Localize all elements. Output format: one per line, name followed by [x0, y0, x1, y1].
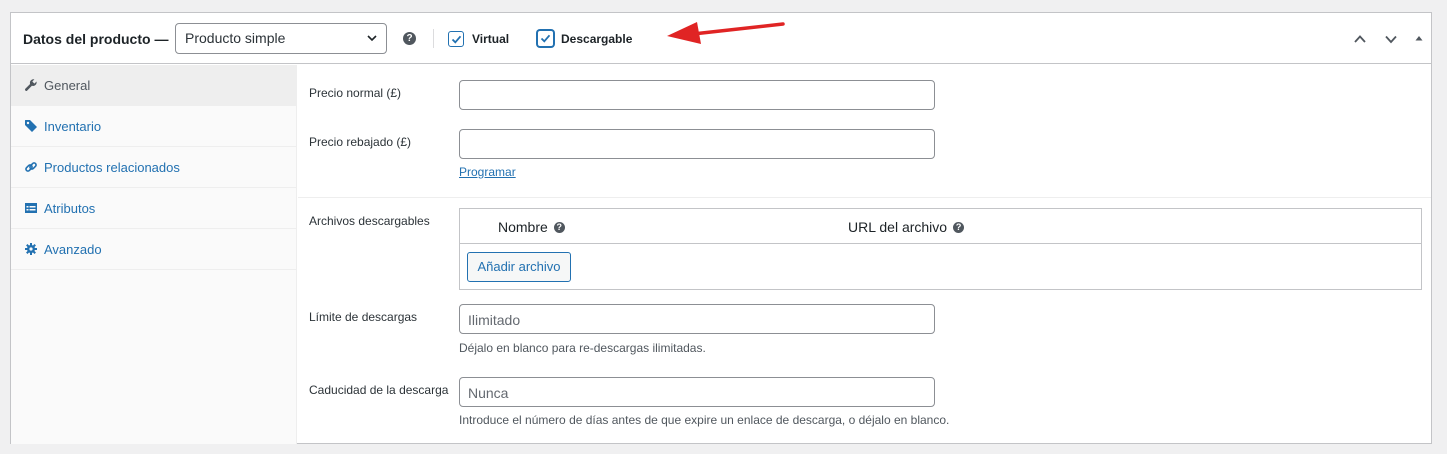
downloadable-files-table: Nombre? URL del archivo? Añadir archivo [459, 208, 1422, 290]
virtual-label: Virtual [472, 32, 510, 46]
section-divider [298, 197, 1431, 198]
download-limit-description: Déjalo en blanco para re-descargas ilimi… [459, 341, 706, 355]
download-expiry-description: Introduce el número de días antes de que… [459, 413, 950, 427]
downloadable-files-label: Archivos descargables [309, 214, 430, 228]
download-expiry-input[interactable]: Nunca [459, 377, 935, 407]
link-icon [25, 162, 37, 172]
header-divider [433, 29, 434, 48]
tag-icon [25, 120, 37, 132]
general-panel: Precio normal (£) Precio rebajado (£) Pr… [298, 65, 1431, 444]
sale-price-label: Precio rebajado (£) [309, 135, 412, 149]
sale-price-input[interactable] [459, 129, 935, 159]
chevron-down-icon[interactable] [1384, 33, 1398, 45]
table-header: Nombre? URL del archivo? [460, 209, 1421, 244]
panel-header: Datos del producto — Producto simple ? V… [11, 13, 1431, 64]
column-header-name: Nombre? [498, 219, 565, 235]
download-limit-input[interactable]: Ilimitado [459, 304, 935, 334]
gear-icon [25, 243, 37, 255]
tab-label: Inventario [44, 119, 102, 134]
help-icon[interactable]: ? [403, 32, 416, 45]
regular-price-input[interactable] [459, 80, 935, 110]
help-icon[interactable]: ? [953, 221, 965, 233]
tab-avanzado[interactable]: Avanzado [11, 229, 297, 270]
product-type-value: Producto simple [185, 30, 286, 46]
download-expiry-label: Caducidad de la descarga [309, 383, 449, 397]
regular-price-label: Precio normal (£) [309, 86, 402, 100]
tab-general[interactable]: General [11, 65, 297, 106]
chevron-up-icon[interactable] [1353, 33, 1367, 45]
red-arrow-annotation [667, 22, 785, 44]
tab-label: Atributos [44, 201, 96, 216]
checkmark-icon [451, 35, 462, 44]
tab-inventario[interactable]: Inventario [11, 106, 297, 147]
panel-title: Datos del producto — [23, 31, 169, 47]
tab-label: General [44, 78, 91, 93]
tab-productos-relacionados[interactable]: Productos relacionados [11, 147, 297, 188]
tab-label: Productos relacionados [44, 160, 180, 175]
tab-atributos[interactable]: Atributos [11, 188, 297, 229]
add-file-button[interactable]: Añadir archivo [467, 252, 571, 282]
checkmark-icon [540, 34, 551, 43]
column-header-url: URL del archivo? [848, 219, 965, 235]
caret-up-icon[interactable] [1414, 34, 1424, 42]
wrench-icon [24, 79, 37, 91]
product-data-panel: Datos del producto — Producto simple ? V… [10, 12, 1432, 444]
product-data-tabs: General Inventario Productos relacionado… [11, 65, 297, 444]
product-type-select[interactable]: Producto simple [175, 23, 387, 54]
virtual-checkbox[interactable] [448, 31, 464, 47]
chevron-down-icon [367, 35, 377, 42]
schedule-link[interactable]: Programar [459, 165, 516, 179]
help-icon[interactable]: ? [553, 221, 565, 233]
downloadable-label: Descargable [561, 32, 633, 46]
table-icon [25, 203, 37, 213]
download-limit-label: Límite de descargas [309, 310, 418, 324]
downloadable-checkbox[interactable] [537, 30, 554, 47]
tab-label: Avanzado [44, 242, 102, 257]
